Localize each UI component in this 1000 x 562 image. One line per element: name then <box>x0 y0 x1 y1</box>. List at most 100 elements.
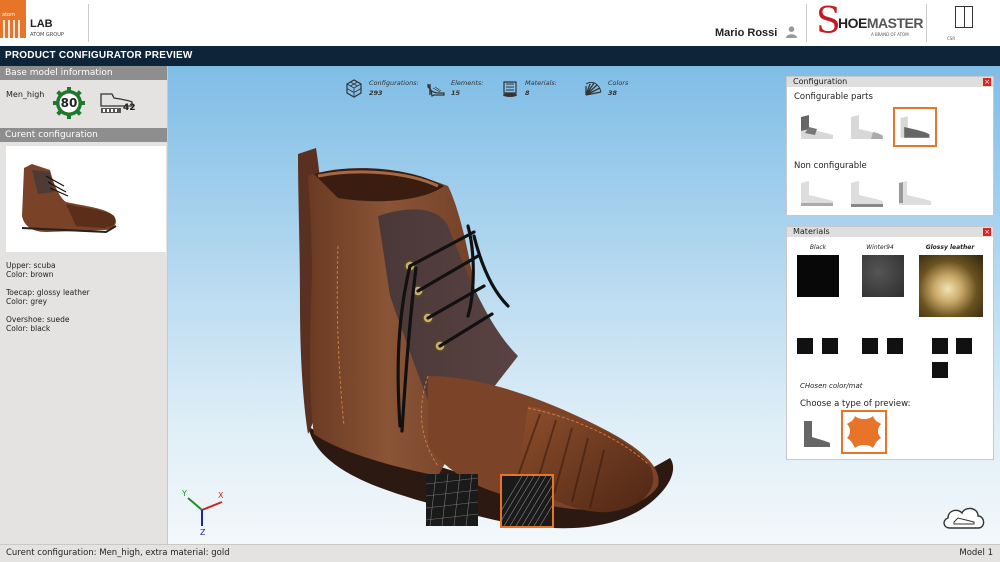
current-config-header: Curent configuration <box>0 128 167 142</box>
app-header: atom LAB ATOM GROUP Mario Rossi S HOEMAS… <box>0 0 1000 46</box>
config-item-overshoe: Overshoe: suede Color: black <box>6 315 69 333</box>
boot-3d-model[interactable] <box>278 146 698 556</box>
lab-subtitle: ATOM GROUP <box>30 32 64 38</box>
config-item-part: Overshoe: suede <box>6 315 70 324</box>
svg-text:Z: Z <box>200 528 206 536</box>
configuration-panel-header: Configuration × <box>787 77 993 87</box>
stat-value: 15 <box>451 89 461 97</box>
config-item-color: Color: black <box>6 324 51 333</box>
boot-part-icon <box>801 115 833 139</box>
preview-type-label: Choose a type of preview: <box>800 399 911 409</box>
shoe-preview-icon <box>804 421 830 447</box>
material-label: Black <box>809 244 827 251</box>
shoe-size-value: 42 <box>123 103 136 113</box>
config-item-upper: Upper: scuba Color: brown <box>6 261 56 279</box>
atom-logo: atom <box>0 0 26 38</box>
cert-text: CSR <box>947 36 956 41</box>
color-chip[interactable] <box>956 338 972 354</box>
close-icon[interactable]: × <box>983 78 991 86</box>
logo-small-text: atom <box>2 12 15 18</box>
material-roll-icon <box>503 81 517 97</box>
config-item-color: Color: brown <box>6 270 54 279</box>
boot-part-icon <box>851 115 883 139</box>
color-chip[interactable] <box>797 338 813 354</box>
non-configurable-label: Non configurable <box>794 161 867 171</box>
current-config-thumbnail[interactable] <box>6 146 166 252</box>
status-text: Curent configuration: Men_high, extra ma… <box>6 548 230 558</box>
materials-panel: Materials × Black Winter94 Glossy leathe… <box>786 226 994 460</box>
score-value: 80 <box>60 96 78 110</box>
header-divider <box>926 4 927 42</box>
boot-part-icon <box>801 181 833 206</box>
svg-text:Y: Y <box>181 489 187 498</box>
color-fan-icon <box>585 81 602 96</box>
configurable-parts-label: Configurable parts <box>794 92 873 102</box>
config-item-part: Upper: scuba <box>6 261 56 270</box>
close-icon[interactable]: × <box>983 228 991 236</box>
score-badge: 80 <box>52 86 86 120</box>
grid-texture-icon <box>425 473 479 527</box>
color-chip[interactable] <box>932 362 948 378</box>
color-chip[interactable] <box>887 338 903 354</box>
base-model-header: Base model information <box>0 66 167 80</box>
left-panel: Base model information Men_high 80 42 Cu… <box>0 66 168 544</box>
boot-part-icon <box>899 181 931 205</box>
leather-preview-option-selected[interactable] <box>841 410 887 454</box>
brand-initial: S <box>816 1 841 42</box>
material-label: Glossy leather <box>925 244 975 251</box>
material-label: Winter94 <box>866 244 894 251</box>
configuration-panel-title: Configuration <box>793 77 848 86</box>
header-divider <box>88 4 89 42</box>
non-configurable-part <box>795 173 839 213</box>
brand-name-part1: HOE <box>838 15 867 31</box>
color-chip[interactable] <box>932 338 948 354</box>
boot-part-icon <box>900 116 930 138</box>
axis-gizmo-icon: X Y Z <box>181 489 224 536</box>
status-bar: Curent configuration: Men_high, extra ma… <box>0 544 1000 562</box>
high-heel-icon <box>427 83 445 97</box>
color-chip[interactable] <box>822 338 838 354</box>
model-indicator: Model 1 <box>959 548 993 558</box>
texture-swatch[interactable] <box>425 473 479 527</box>
user-name[interactable]: Mario Rossi <box>715 27 777 39</box>
lab-title: LAB <box>30 18 53 30</box>
configurable-part-upper[interactable] <box>795 107 839 147</box>
material-swatch-glossy-leather[interactable] <box>919 255 983 317</box>
page-title: PRODUCT CONFIGURATOR PREVIEW <box>0 46 1000 66</box>
configurable-part-toecap[interactable] <box>845 107 889 147</box>
diagonal-texture-icon <box>491 475 571 527</box>
stat-value: 38 <box>608 89 618 97</box>
boot-thumbnail-image <box>21 164 117 234</box>
cube-logo-icon <box>955 6 973 28</box>
cube-grid-icon <box>346 79 362 98</box>
config-item-part: Toecap: glossy leather <box>6 288 90 297</box>
leather-hide-icon <box>847 416 881 448</box>
stat-label: Configurations: <box>369 79 419 87</box>
material-swatch-winter94[interactable] <box>862 255 904 297</box>
certification-logo: CSR <box>945 4 985 44</box>
material-swatch-black[interactable] <box>797 255 839 297</box>
materials-panel-header: Materials × <box>787 227 993 237</box>
texture-swatch-selected[interactable] <box>491 474 571 528</box>
stat-value: 293 <box>369 89 383 97</box>
brand-tag: A BRAND OF ATOM <box>871 32 909 37</box>
shoemaster-logo: S HOEMASTER A BRAND OF ATOM <box>816 2 923 42</box>
materials-panel-title: Materials <box>793 227 830 236</box>
model-name: Men_high <box>6 90 45 99</box>
header-divider <box>806 4 807 42</box>
stat-value: 8 <box>525 89 530 97</box>
non-configurable-part <box>893 173 937 213</box>
shoe-preview-option[interactable] <box>796 413 838 455</box>
color-chip[interactable] <box>862 338 878 354</box>
chosen-material-label: CHosen color/mat <box>800 382 863 390</box>
user-icon[interactable] <box>786 26 797 38</box>
boot-part-icon <box>851 181 883 207</box>
configurable-part-overshoe-selected[interactable] <box>893 107 937 147</box>
brand-name-part2: MASTER <box>866 15 924 31</box>
config-item-color: Color: grey <box>6 297 48 306</box>
non-configurable-part <box>845 173 889 213</box>
stat-label: Colors <box>608 79 629 87</box>
cloud-shoe-icon[interactable] <box>940 502 988 532</box>
brand-name: HOEMASTER <box>838 15 923 31</box>
stat-label: Materials: <box>525 79 557 87</box>
